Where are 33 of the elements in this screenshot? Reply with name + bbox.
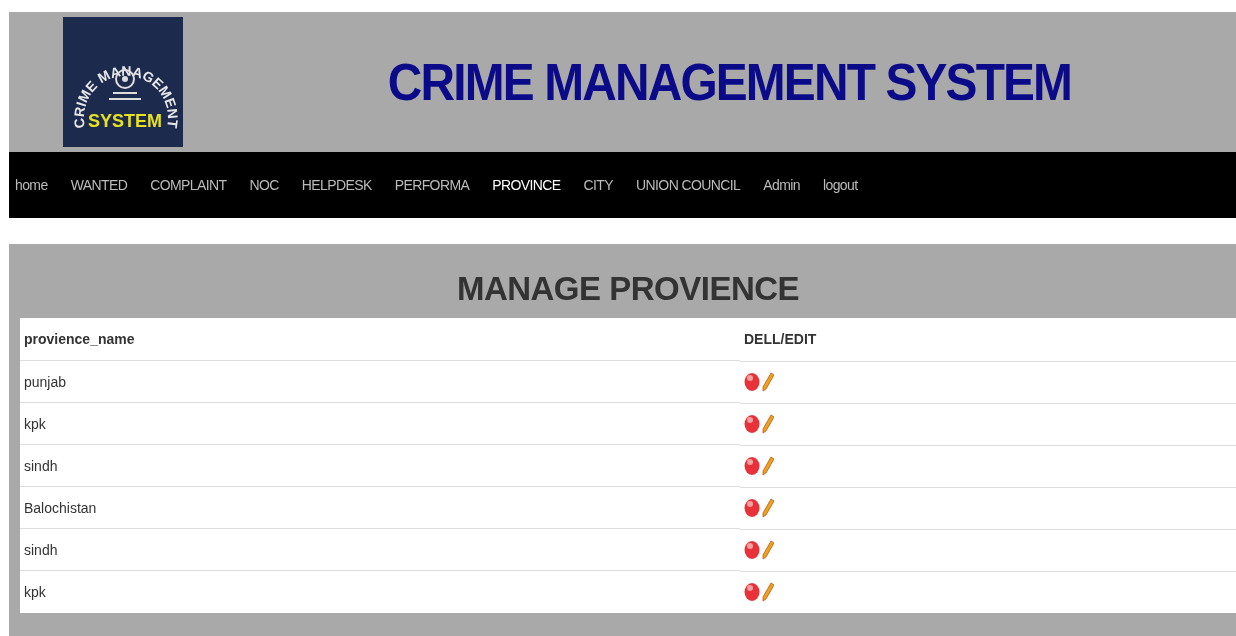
delete-icon[interactable] [744,414,760,434]
pencil-icon[interactable] [762,540,774,560]
table-cell: kpk [20,402,740,445]
delete-icon[interactable] [744,582,760,602]
delete-icon[interactable] [744,540,760,560]
delete-icon[interactable] [744,456,760,476]
table-cell: Balochistan [20,486,740,529]
delete-icon[interactable] [744,498,760,518]
column-header: provience_name [20,318,740,361]
nav-link[interactable]: CITY [583,177,614,193]
nav-link[interactable]: COMPLAINT [150,177,227,193]
pencil-icon[interactable] [762,498,774,518]
nav-link[interactable]: PROVINCE [492,177,561,193]
delete-icon[interactable] [744,372,760,392]
nav-link[interactable]: Admin [763,177,800,193]
nav-link[interactable]: HELPDESK [301,177,372,193]
table-cell: sindh [20,444,740,487]
panel-title: MANAGE PROVIENCE [455,269,801,309]
pencil-icon[interactable] [762,456,774,476]
nav-link[interactable]: UNION COUNCIL [636,177,741,193]
column-header: DELL/EDIT [740,318,1236,361]
nav-link[interactable]: logout [822,177,858,193]
nav-link[interactable]: NOC [249,177,279,193]
nav-link[interactable]: WANTED [70,177,128,193]
nav-link[interactable]: home [15,177,48,193]
pencil-icon[interactable] [762,582,774,602]
table-cell: sindh [20,528,740,571]
nav-link[interactable]: PERFORMA [394,177,470,193]
pencil-icon[interactable] [762,414,774,434]
pencil-icon[interactable] [762,372,774,392]
site-title: CRIME MANAGEMENT SYSTEM [386,52,1073,112]
table-cell: kpk [20,570,740,613]
table-cell: punjab [20,360,740,403]
